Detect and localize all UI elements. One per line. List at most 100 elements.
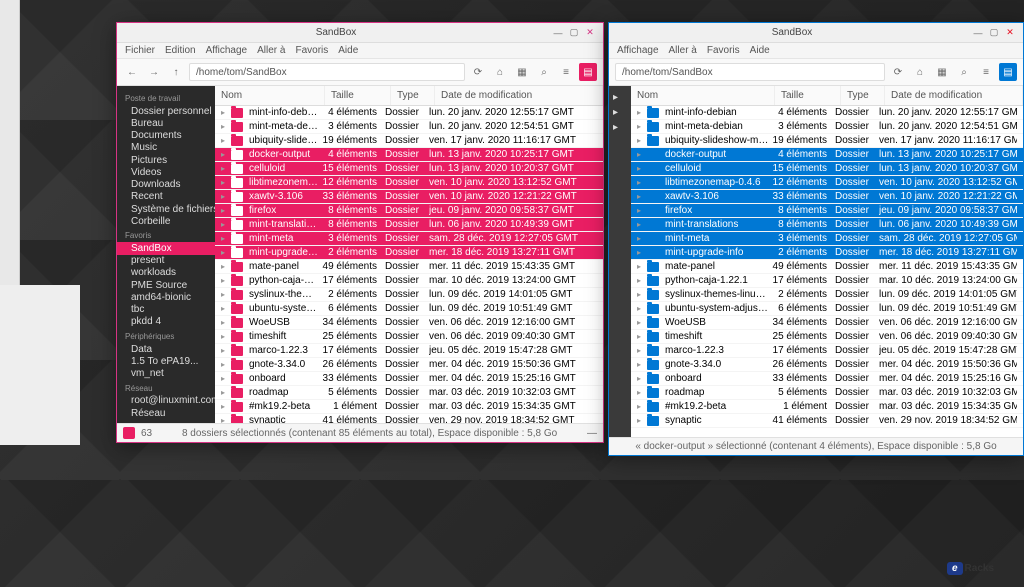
expand-icon[interactable]: ▸ [637, 318, 645, 327]
menu-item[interactable]: Aller à [257, 45, 285, 56]
sidebar-item[interactable]: Dossier personnel [117, 105, 215, 117]
view-active-icon[interactable]: ▤ [579, 63, 597, 81]
col-size[interactable]: Taille [775, 86, 841, 105]
expand-icon[interactable]: ▸ [221, 234, 229, 243]
expand-icon[interactable]: ▸ [637, 150, 645, 159]
expand-icon[interactable]: ▸ [637, 388, 645, 397]
col-name[interactable]: Nom [215, 86, 325, 105]
expand-icon[interactable]: ▸ [637, 360, 645, 369]
expand-icon[interactable]: ▸ [221, 192, 229, 201]
expand-icon[interactable]: ▸ [637, 346, 645, 355]
menu-item[interactable]: Aide [750, 45, 770, 56]
expand-icon[interactable]: ▸ [637, 332, 645, 341]
sidebar-item[interactable]: Réseau [117, 407, 215, 419]
expand-icon[interactable]: ▸ [637, 248, 645, 257]
table-row[interactable]: ▸mint-info-debian4 élémentsDossierlun. 2… [215, 106, 603, 120]
expand-icon[interactable]: ▸ [221, 388, 229, 397]
expand-icon[interactable]: ▸ [221, 108, 229, 117]
expand-icon[interactable]: ▸ [637, 304, 645, 313]
sidebar-item-sandbox[interactable]: SandBox [117, 242, 215, 254]
table-row[interactable]: ▸syslinux-themes-linuxmi...2 élémentsDos… [215, 288, 603, 302]
sidebar-item[interactable]: PME Source [117, 279, 215, 291]
table-row[interactable]: ▸mate-panel49 élémentsDossiermer. 11 déc… [215, 260, 603, 274]
col-type[interactable]: Type [391, 86, 435, 105]
home-icon[interactable]: ⌂ [911, 63, 929, 81]
expand-icon[interactable]: ▸ [637, 374, 645, 383]
table-row[interactable]: ▸gnote-3.34.026 élémentsDossiermer. 04 d… [215, 358, 603, 372]
col-date[interactable]: Date de modification [435, 86, 603, 105]
menu-item[interactable]: Favoris [295, 45, 328, 56]
expand-icon[interactable]: ▸ [637, 402, 645, 411]
expand-icon[interactable]: ▸ [221, 178, 229, 187]
col-type[interactable]: Type [841, 86, 885, 105]
sidebar-item[interactable]: workloads [117, 267, 215, 279]
table-row[interactable]: ▸mint-meta3 élémentsDossiersam. 28 déc. … [631, 232, 1023, 246]
expand-icon[interactable]: ▸ [637, 416, 645, 425]
table-row[interactable]: ▸celluloid15 élémentsDossierlun. 13 janv… [631, 162, 1023, 176]
table-row[interactable]: ▸#mk19.2-beta1 élémentDossiermar. 03 déc… [631, 400, 1023, 414]
expand-icon[interactable]: ▸ [221, 150, 229, 159]
sidebar-item[interactable]: Downloads [117, 178, 215, 190]
col-size[interactable]: Taille [325, 86, 391, 105]
sidebar-item[interactable]: Data [117, 343, 215, 355]
up-icon[interactable]: ↑ [167, 63, 185, 81]
sidebar-item[interactable]: Système de fichiers [117, 203, 215, 215]
table-row[interactable]: ▸ubuntu-system-adjustme...6 élémentsDoss… [631, 302, 1023, 316]
table-row[interactable]: ▸marco-1.22.317 élémentsDossierjeu. 05 d… [215, 344, 603, 358]
view-list-icon[interactable]: ≡ [557, 63, 575, 81]
table-row[interactable]: ▸python-caja-1.22.117 élémentsDossiermar… [215, 274, 603, 288]
table-row[interactable]: ▸firefox8 élémentsDossierjeu. 09 janv. 2… [215, 204, 603, 218]
table-row[interactable]: ▸mint-translations8 élémentsDossierlun. … [215, 218, 603, 232]
expand-icon[interactable]: ▸ [221, 304, 229, 313]
table-row[interactable]: ▸timeshift25 élémentsDossierven. 06 déc.… [215, 330, 603, 344]
home-icon[interactable]: ⌂ [491, 63, 509, 81]
expand-icon[interactable]: ▸ [221, 220, 229, 229]
table-row[interactable]: ▸ubiquity-slideshow-mint-...19 élémentsD… [631, 134, 1023, 148]
titlebar[interactable]: SandBox — ▢ ✕ [609, 23, 1023, 43]
expand-icon[interactable]: ▸ [221, 136, 229, 145]
table-row[interactable]: ▸mate-panel49 élémentsDossiermer. 11 déc… [631, 260, 1023, 274]
table-row[interactable]: ▸libtimezonemap-0.4.612 élémentsDossierv… [631, 176, 1023, 190]
expand-icon[interactable]: ▸ [637, 122, 645, 131]
new-folder-icon[interactable]: ▦ [513, 63, 531, 81]
sidebar-item[interactable]: 1.5 To ePA19... [117, 355, 215, 367]
col-date[interactable]: Date de modification [885, 86, 1023, 105]
table-row[interactable]: ▸mint-info-debian4 élémentsDossierlun. 2… [631, 106, 1023, 120]
table-row[interactable]: ▸xawtv-3.10633 élémentsDossierven. 10 ja… [631, 190, 1023, 204]
column-headers[interactable]: Nom Taille Type Date de modification [215, 86, 603, 106]
table-row[interactable]: ▸xawtv-3.10633 élémentsDossierven. 10 ja… [215, 190, 603, 204]
expand-icon[interactable]: ▸ [637, 206, 645, 215]
sidebar-icon[interactable]: ▸ [609, 105, 631, 120]
maximize-button[interactable]: ▢ [567, 26, 581, 40]
expand-icon[interactable]: ▸ [221, 332, 229, 341]
view-list-icon[interactable]: ≡ [977, 63, 995, 81]
search-icon[interactable]: ⌕ [955, 63, 973, 81]
expand-icon[interactable]: ▸ [221, 122, 229, 131]
table-row[interactable]: ▸ubuntu-system-adjustme...6 élémentsDoss… [215, 302, 603, 316]
expand-icon[interactable]: ▸ [221, 262, 229, 271]
close-button[interactable]: ✕ [1003, 26, 1017, 40]
sidebar-item[interactable]: Pictures [117, 154, 215, 166]
table-row[interactable]: ▸roadmap5 élémentsDossiermar. 03 déc. 20… [631, 386, 1023, 400]
table-row[interactable]: ▸marco-1.22.317 élémentsDossierjeu. 05 d… [631, 344, 1023, 358]
search-icon[interactable]: ⌕ [535, 63, 553, 81]
expand-icon[interactable]: ▸ [637, 136, 645, 145]
sidebar-item[interactable]: Bureau [117, 117, 215, 129]
expand-icon[interactable]: ▸ [637, 108, 645, 117]
expand-icon[interactable]: ▸ [637, 276, 645, 285]
reload-icon[interactable]: ⟳ [889, 63, 907, 81]
table-row[interactable]: ▸synaptic41 élémentsDossierven. 29 nov. … [215, 414, 603, 423]
menu-item[interactable]: Affichage [617, 45, 659, 56]
minimize-button[interactable]: — [971, 26, 985, 40]
path-input[interactable]: /home/tom/SandBox [189, 63, 465, 81]
back-icon[interactable]: ← [123, 63, 141, 81]
table-row[interactable]: ▸libtimezonemap-0.4.612 élémentsDossierv… [215, 176, 603, 190]
close-button[interactable]: ✕ [583, 26, 597, 40]
table-row[interactable]: ▸mint-meta-debian3 élémentsDossierlun. 2… [215, 120, 603, 134]
expand-icon[interactable]: ▸ [221, 318, 229, 327]
menu-item[interactable]: Aller à [669, 45, 697, 56]
expand-icon[interactable]: ▸ [637, 178, 645, 187]
reload-icon[interactable]: ⟳ [469, 63, 487, 81]
view-active-icon[interactable]: ▤ [999, 63, 1017, 81]
table-row[interactable]: ▸onboard33 élémentsDossiermer. 04 déc. 2… [215, 372, 603, 386]
